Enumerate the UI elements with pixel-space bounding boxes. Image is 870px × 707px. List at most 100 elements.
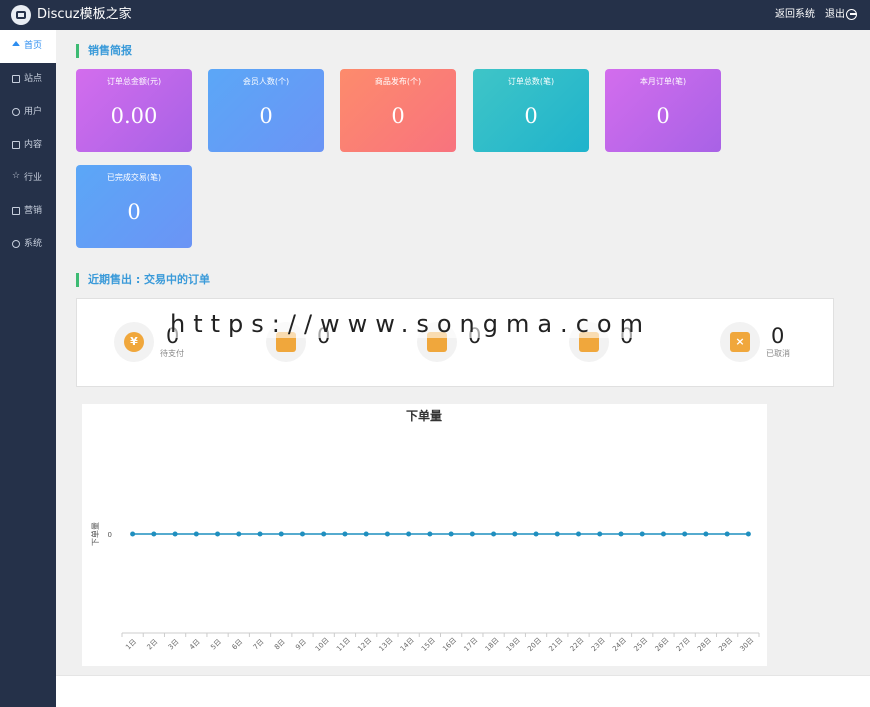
sidebar-item-label: 系统 — [24, 239, 43, 249]
data-point — [618, 531, 624, 537]
content-icon — [12, 141, 20, 149]
x-tick-label: 9日 — [294, 638, 308, 652]
sidebar-item-marketing[interactable]: 营销 — [0, 195, 56, 228]
x-tick-label: 26日 — [654, 636, 671, 653]
cancel-order-icon[interactable]: × — [720, 322, 760, 362]
x-tick-label: 12日 — [356, 636, 373, 653]
stat-value: 0 — [391, 104, 405, 128]
data-point — [130, 531, 136, 537]
order-label-pending: 待支付 — [160, 349, 184, 358]
stat-value: 0.00 — [110, 104, 158, 128]
x-tick-label: 10日 — [314, 636, 331, 653]
stat-label: 会员人数(个) — [242, 77, 290, 86]
stat-label: 订单总金额(元) — [106, 77, 162, 86]
x-tick-label: 27日 — [675, 636, 692, 653]
sidebar-item-label: 用户 — [24, 107, 43, 117]
data-point — [469, 531, 475, 537]
data-point — [172, 531, 178, 537]
logout-icon[interactable] — [846, 9, 857, 20]
data-point — [639, 531, 645, 537]
stat-card-members[interactable]: 会员人数(个) 0 — [208, 69, 324, 152]
app-title: Discuz模板之家 — [37, 7, 132, 22]
stat-value: 0 — [127, 200, 141, 224]
chart-title: 下单量 — [406, 408, 442, 423]
data-point — [363, 531, 369, 537]
cancel-order-glyph: × — [730, 332, 750, 352]
sidebar-item-users[interactable]: 用户 — [0, 96, 56, 129]
home-icon — [12, 41, 20, 46]
stat-label: 商品发布(个) — [374, 77, 422, 86]
data-point — [682, 531, 688, 537]
data-point — [342, 531, 348, 537]
stat-card-order-amount[interactable]: 订单总金额(元) 0.00 — [76, 69, 192, 152]
stat-value: 0 — [259, 104, 273, 128]
data-point — [384, 531, 390, 537]
data-point — [427, 531, 433, 537]
sidebar-item-site[interactable]: 站点 — [0, 63, 56, 96]
x-tick-label: 5日 — [209, 638, 223, 652]
main-content: 销售简报 订单总金额(元) 0.00 会员人数(个) 0 商品发布(个) 0 订… — [56, 30, 870, 675]
sidebar-item-system[interactable]: 系统 — [0, 228, 56, 261]
order-count-cancelled: 0 — [771, 324, 785, 348]
x-tick-label: 14日 — [399, 636, 416, 653]
star-icon: ☆ — [12, 171, 21, 181]
sidebar-item-industry[interactable]: ☆ 行业 — [0, 162, 56, 195]
x-tick-label: 24日 — [611, 636, 628, 653]
data-point — [491, 531, 497, 537]
stat-label: 订单总数(笔) — [507, 77, 555, 86]
order-volume-chart: 下单量 下单量 0 1日 2日 3日 4日 5日 6日 7日 8日 9日 10日 11日 12日 13日 14日… — [82, 404, 767, 666]
x-tick-label: 8日 — [273, 638, 287, 652]
x-tick-label: 3日 — [167, 638, 181, 652]
x-tick-label: 2日 — [146, 638, 160, 652]
data-point — [151, 531, 157, 537]
logout-link[interactable]: 退出 — [825, 8, 845, 22]
data-point — [193, 531, 199, 537]
stat-card-order-total[interactable]: 订单总数(笔) 0 — [473, 69, 589, 152]
data-point — [512, 531, 518, 537]
data-point — [236, 531, 242, 537]
x-tick-label: 15日 — [420, 636, 437, 653]
sidebar-item-label: 内容 — [24, 140, 43, 150]
watermark-text: https://www.songma.com — [170, 310, 651, 338]
x-tick-label: 11日 — [335, 636, 352, 653]
chart-ylabel: 下单量 — [90, 522, 100, 546]
monitor-icon — [12, 75, 20, 83]
sidebar-item-label: 营销 — [24, 206, 43, 216]
data-point — [406, 531, 412, 537]
return-system-link[interactable]: 返回系统 — [775, 8, 815, 22]
stat-label: 本月订单(笔) — [639, 77, 687, 86]
x-tick-label: 19日 — [505, 636, 522, 653]
orders-section-title: 近期售出 : 交易中的订单 — [76, 273, 210, 287]
x-tick-label: 29日 — [717, 636, 734, 653]
data-point — [554, 531, 560, 537]
x-tick-label: 23日 — [590, 636, 607, 653]
x-tick-label: 4日 — [188, 638, 202, 652]
data-point — [321, 531, 327, 537]
stat-card-month-orders[interactable]: 本月订单(笔) 0 — [605, 69, 721, 152]
x-tick-label: 22日 — [569, 636, 586, 653]
data-point — [278, 531, 284, 537]
stat-value: 0 — [656, 104, 670, 128]
user-icon — [12, 108, 20, 116]
x-tick-label: 1日 — [124, 638, 138, 652]
data-point — [533, 531, 539, 537]
stat-value: 0 — [524, 104, 538, 128]
yen-glyph: ¥ — [124, 332, 144, 352]
gear-icon — [12, 240, 20, 248]
sidebar-item-content[interactable]: 内容 — [0, 129, 56, 162]
data-point — [703, 531, 709, 537]
data-point — [724, 531, 730, 537]
shop-icon — [12, 207, 20, 215]
stat-card-products[interactable]: 商品发布(个) 0 — [340, 69, 456, 152]
stat-card-completed[interactable]: 已完成交易(笔) 0 — [76, 165, 192, 248]
sidebar-item-home[interactable]: 首页 — [0, 30, 56, 63]
x-tick-label: 28日 — [696, 636, 713, 653]
stat-label: 已完成交易(笔) — [106, 173, 162, 182]
logo-icon — [11, 5, 31, 25]
sidebar-item-label: 行业 — [24, 173, 43, 183]
x-tick-label: 25日 — [632, 636, 649, 653]
yen-icon[interactable]: ¥ — [114, 322, 154, 362]
bottom-strip — [56, 675, 870, 707]
data-point — [660, 531, 666, 537]
data-point — [597, 531, 603, 537]
